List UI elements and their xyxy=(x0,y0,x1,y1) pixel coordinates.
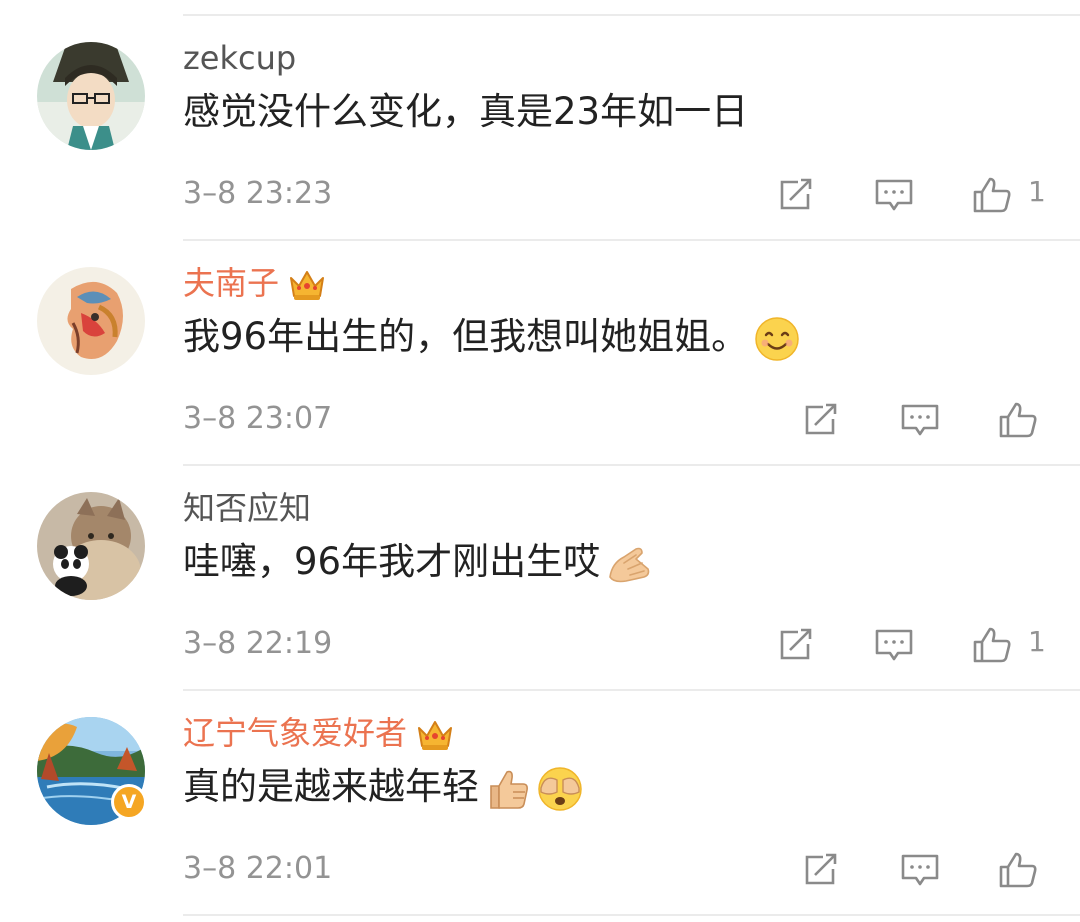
reply-button[interactable] xyxy=(900,851,940,889)
avatar-image xyxy=(37,492,145,600)
repost-button[interactable] xyxy=(776,626,816,664)
comment-icon xyxy=(875,179,913,211)
username[interactable]: 夫南子 xyxy=(183,261,327,305)
like-count: 1 xyxy=(1028,625,1046,658)
comment-item: 知否应知 哇噻，96年我才刚出生哎 3–8 22:19 1 xyxy=(0,464,1080,689)
repost-icon xyxy=(780,178,812,210)
verified-v-icon: V xyxy=(111,784,147,820)
like-button[interactable] xyxy=(998,401,1038,439)
smiling-face-emoji xyxy=(754,316,800,362)
avatar-image xyxy=(37,42,145,150)
avatar[interactable] xyxy=(37,42,145,150)
pinched-fingers-emoji xyxy=(606,541,652,587)
username[interactable]: 知否应知 xyxy=(183,486,311,530)
like-button[interactable] xyxy=(998,851,1038,889)
like-count: 1 xyxy=(1028,175,1046,208)
comment-text: 感觉没什么变化，真是23年如一日 xyxy=(183,86,748,138)
divider xyxy=(183,914,1080,916)
avatar-image xyxy=(37,267,145,375)
username[interactable]: zekcup xyxy=(183,36,296,80)
username-text: 夫南子 xyxy=(183,264,280,302)
comment-text: 真的是越来越年轻 xyxy=(183,761,583,813)
thumbs-up-icon xyxy=(973,177,1011,213)
comment-text-content: 感觉没什么变化，真是23年如一日 xyxy=(183,90,749,133)
reply-button[interactable] xyxy=(874,626,914,664)
comment-text-content: 哇噻，96年我才刚出生哎 xyxy=(183,540,601,583)
comment-item: zekcup 感觉没什么变化，真是23年如一日 3–8 23:23 1 xyxy=(0,14,1080,239)
timestamp: 3–8 22:01 xyxy=(183,851,333,886)
timestamp: 3–8 23:07 xyxy=(183,401,333,436)
crown-icon xyxy=(287,268,327,302)
comment-icon xyxy=(875,629,913,661)
comment-item: V 辽宁气象爱好者 真的是越来越年轻 3–8 22:01 xyxy=(0,689,1080,914)
thumbs-up-emoji xyxy=(485,766,531,812)
thumbs-up-icon xyxy=(973,627,1011,663)
avatar[interactable] xyxy=(37,492,145,600)
comment-icon xyxy=(901,404,939,436)
crown-icon xyxy=(415,718,455,752)
avatar[interactable] xyxy=(37,267,145,375)
comment-icon xyxy=(901,854,939,886)
like-button[interactable] xyxy=(972,176,1012,214)
comment-text-content: 我96年出生的，但我想叫她姐姐。 xyxy=(183,315,749,358)
thumbs-up-icon xyxy=(999,852,1037,888)
comment-text: 我96年出生的，但我想叫她姐姐。 xyxy=(183,311,800,363)
comment-item: 夫南子 我96年出生的，但我想叫她姐姐。 3–8 23:07 xyxy=(0,239,1080,464)
repost-icon xyxy=(805,403,837,435)
repost-button[interactable] xyxy=(776,176,816,214)
comment-text: 哇噻，96年我才刚出生哎 xyxy=(183,536,652,588)
username-text: 辽宁气象爱好者 xyxy=(183,714,408,752)
reply-button[interactable] xyxy=(900,401,940,439)
reply-button[interactable] xyxy=(874,176,914,214)
repost-icon xyxy=(805,853,837,885)
comment-list: zekcup 感觉没什么变化，真是23年如一日 3–8 23:23 1 夫南子 … xyxy=(0,0,1080,922)
repost-button[interactable] xyxy=(801,401,841,439)
comment-text-content: 真的是越来越年轻 xyxy=(183,765,479,808)
username-text: zekcup xyxy=(183,39,297,77)
like-button[interactable] xyxy=(972,626,1012,664)
username-text: 知否应知 xyxy=(183,489,312,527)
timestamp: 3–8 23:23 xyxy=(183,176,333,211)
thumbs-up-icon xyxy=(999,402,1037,438)
timestamp: 3–8 22:19 xyxy=(183,626,333,661)
repost-icon xyxy=(780,628,812,660)
covering-eyes-emoji xyxy=(537,766,583,812)
username[interactable]: 辽宁气象爱好者 xyxy=(183,711,455,755)
repost-button[interactable] xyxy=(801,851,841,889)
